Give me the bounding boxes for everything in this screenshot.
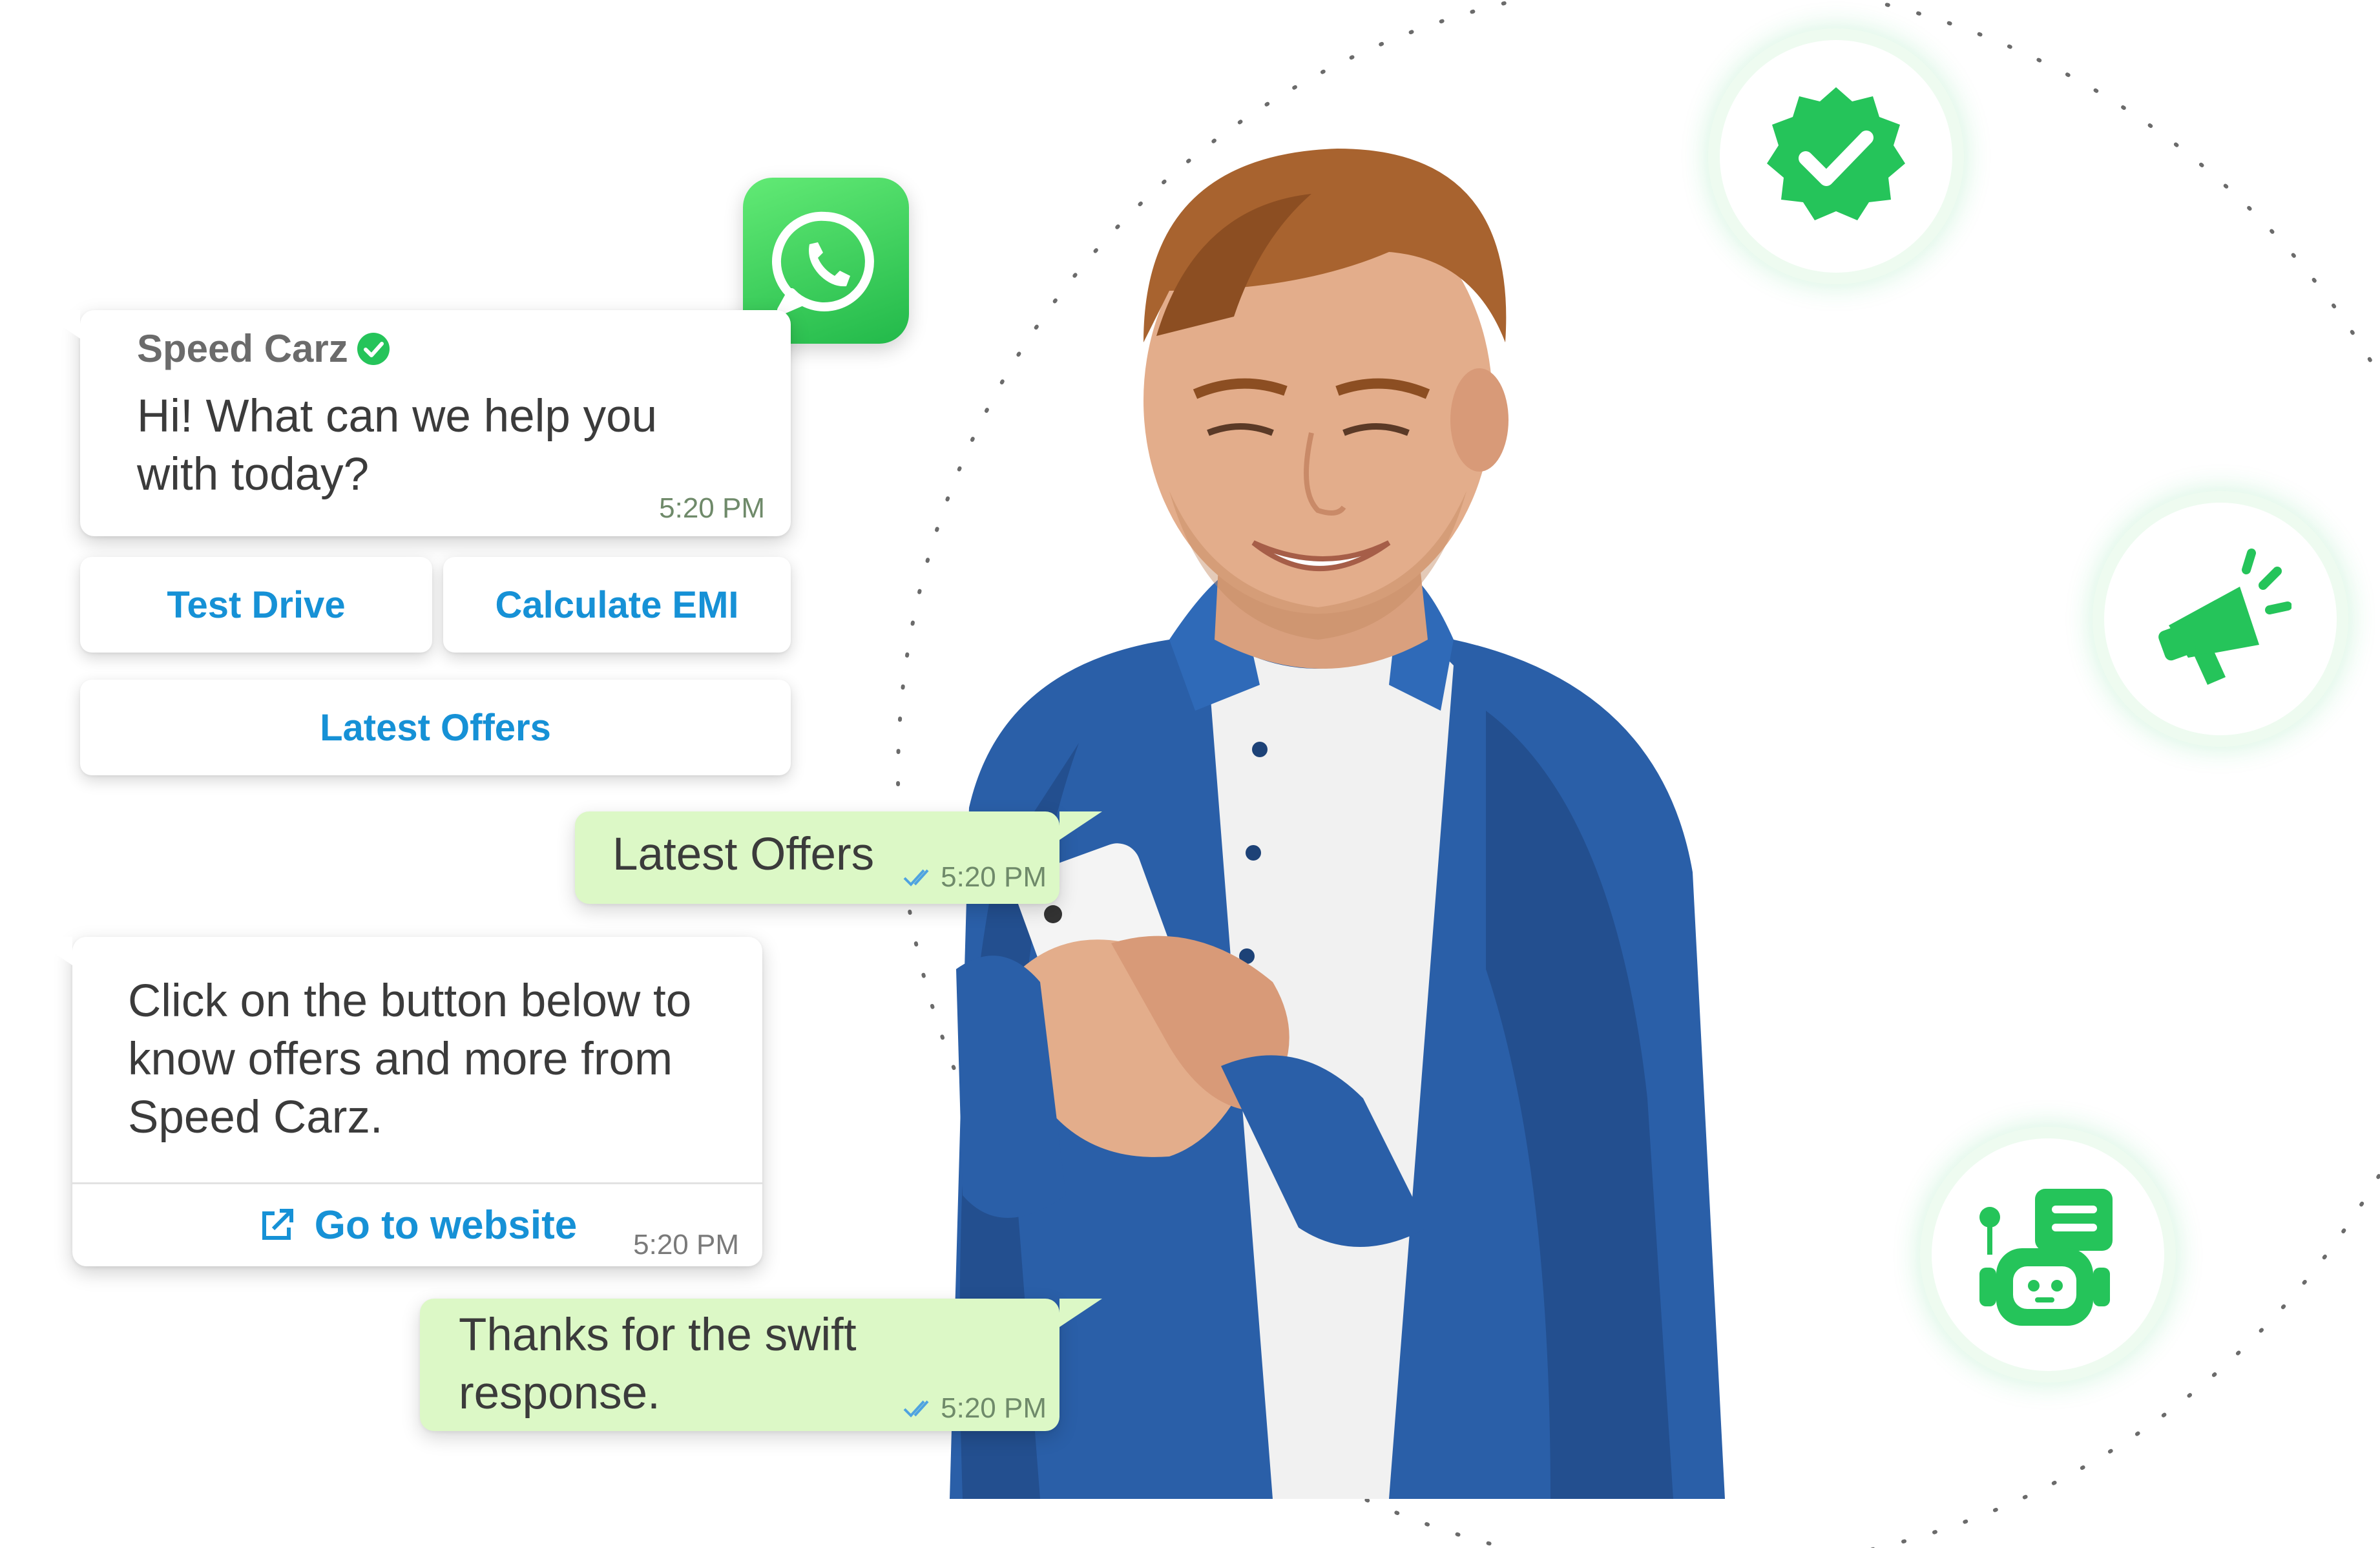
message-time: 5:20 PM (941, 861, 1047, 893)
thanks-line-1: Thanks for the swift (459, 1310, 857, 1361)
user-reply-text: Latest Offers (612, 829, 875, 880)
go-to-website-label: Go to website (314, 1203, 578, 1248)
message-time: 5:20 PM (633, 1229, 739, 1260)
thanks-text: Thanks for the swift response. (459, 1306, 857, 1423)
bubble-tail (37, 310, 80, 339)
greeting-line-2: with today? (137, 449, 370, 500)
verified-badge-icon (1767, 87, 1905, 220)
business-name: Speed Carz (137, 327, 348, 370)
user-reply-bubble-thanks: Thanks for the swift response. 5:20 PM (420, 1299, 1102, 1431)
verified-feature-circle (1720, 40, 1952, 273)
bubble-tail (30, 937, 72, 965)
double-check-icon (903, 869, 929, 886)
offer-message-bubble: Click on the button below to know offers… (30, 937, 762, 1266)
offer-line-3: Speed Carz. (128, 1092, 383, 1143)
calculate-emi-button[interactable]: Calculate EMI (443, 557, 791, 653)
megaphone-icon (2158, 549, 2291, 685)
offer-line-2: know offers and more from (128, 1034, 673, 1085)
external-link-icon (258, 1207, 295, 1244)
verified-badge-icon (356, 331, 391, 366)
message-status: 5:20 PM (902, 1392, 1047, 1425)
message-status: 5:20 PM (902, 861, 1047, 894)
bubble-tail (1060, 811, 1102, 840)
chatbot-feature-circle (1932, 1138, 2164, 1371)
greeting-bubble: Speed Carz Hi! What can we help you with… (37, 310, 791, 536)
greeting-line-1: Hi! What can we help you (137, 391, 658, 442)
double-check-icon (903, 1400, 929, 1417)
test-drive-button[interactable]: Test Drive (80, 557, 432, 653)
latest-offers-button[interactable]: Latest Offers (80, 680, 791, 775)
thanks-line-2: response. (459, 1368, 660, 1419)
offer-message-text: Click on the button below to know offers… (128, 972, 691, 1147)
broadcast-feature-circle (2104, 503, 2337, 735)
greeting-text: Hi! What can we help you with today? (137, 388, 657, 504)
bubble-tail (1060, 1299, 1102, 1327)
message-time: 5:20 PM (659, 492, 765, 524)
sender-header: Speed Carz (137, 326, 391, 371)
chatbot-icon (1979, 1189, 2113, 1326)
message-time: 5:20 PM (941, 1392, 1047, 1424)
offer-line-1: Click on the button below to (128, 976, 692, 1027)
user-reply-bubble-latest-offers: Latest Offers 5:20 PM (575, 811, 1102, 904)
